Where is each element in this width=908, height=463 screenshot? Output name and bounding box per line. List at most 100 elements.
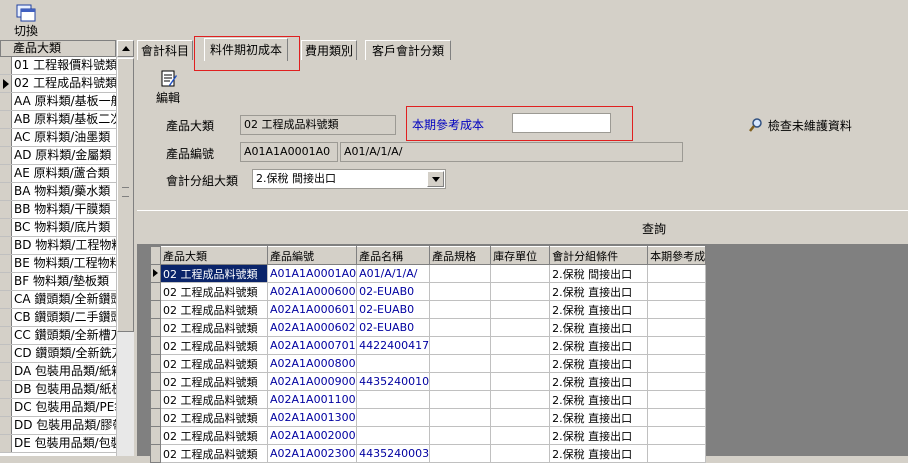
table-row[interactable]: 02 工程成品料號類 A02A1A000900 4435240010 2.保稅 直接出…: [150, 372, 707, 391]
category-list-item[interactable]: CA 鑽頭類/全新鑽頭: [0, 291, 116, 309]
cell-stock-unit[interactable]: [490, 426, 551, 445]
table-row[interactable]: 02 工程成品料號類 A02A1A002300 4435240003 2.保稅 直接出…: [150, 444, 707, 463]
cell-product-spec[interactable]: [429, 390, 492, 409]
column-header[interactable]: 本期參考成: [647, 246, 707, 265]
cell-reference-cost[interactable]: [647, 372, 707, 391]
cell-product-name[interactable]: 4435240003: [356, 444, 431, 463]
cell-acct-group[interactable]: 2.保稅 直接出口: [549, 444, 649, 463]
column-header[interactable]: 產品規格: [429, 246, 492, 265]
cell-product-name[interactable]: [356, 354, 431, 373]
cell-reference-cost[interactable]: [647, 354, 707, 373]
row-indicator[interactable]: [150, 300, 161, 319]
cell-product-spec[interactable]: [429, 264, 492, 283]
row-indicator[interactable]: [150, 372, 161, 391]
category-list-item[interactable]: CC 鑽頭類/全新槽刀: [0, 327, 116, 345]
cell-stock-unit[interactable]: [490, 408, 551, 427]
category-list-item[interactable]: 02 工程成品料號類: [0, 75, 116, 93]
cell-acct-group[interactable]: 2.保稅 直接出口: [549, 408, 649, 427]
cell-product-name[interactable]: 02-EUAB0: [356, 300, 431, 319]
cell-stock-unit[interactable]: [490, 372, 551, 391]
cell-acct-group[interactable]: 2.保稅 直接出口: [549, 318, 649, 337]
category-list-item[interactable]: AA 原料類/基板一般: [0, 93, 116, 111]
cell-acct-group[interactable]: 2.保稅 間接出口: [549, 264, 649, 283]
cell-acct-group[interactable]: 2.保稅 直接出口: [549, 300, 649, 319]
row-indicator[interactable]: [150, 444, 161, 463]
category-list-item[interactable]: BA 物料類/藥水類: [0, 183, 116, 201]
cell-acct-group[interactable]: 2.保稅 直接出口: [549, 354, 649, 373]
cell-product-no[interactable]: A02A1A001300: [266, 408, 358, 427]
table-row[interactable]: 02 工程成品料號類 A02A1A000602 02-EUAB0 2.保稅 直接出口: [150, 318, 707, 337]
category-list-item[interactable]: CD 鑽頭類/全新銑刀: [0, 345, 116, 363]
cell-product-no[interactable]: A02A1A000701: [266, 336, 358, 355]
cell-reference-cost[interactable]: [647, 282, 707, 301]
switch-button[interactable]: 切換: [8, 2, 44, 38]
cell-reference-cost[interactable]: [647, 336, 707, 355]
cell-product-no[interactable]: A02A1A000602: [266, 318, 358, 337]
cell-category[interactable]: 02 工程成品料號類: [160, 264, 268, 283]
category-list-item[interactable]: DC 包裝用品類/PE袋: [0, 399, 116, 417]
cell-product-name[interactable]: [356, 408, 431, 427]
row-indicator[interactable]: [150, 390, 161, 409]
row-indicator[interactable]: [150, 282, 161, 301]
cell-product-no[interactable]: A01A1A0001A0: [266, 264, 358, 283]
category-list-item[interactable]: AC 原料類/油墨類: [0, 129, 116, 147]
cell-stock-unit[interactable]: [490, 390, 551, 409]
cell-acct-group[interactable]: 2.保稅 直接出口: [549, 372, 649, 391]
column-header[interactable]: 產品名稱: [356, 246, 431, 265]
cell-product-spec[interactable]: [429, 408, 492, 427]
row-indicator[interactable]: [150, 354, 161, 373]
category-list-item[interactable]: DB 包裝用品類/紙板: [0, 381, 116, 399]
cell-product-name[interactable]: [356, 426, 431, 445]
cell-category[interactable]: 02 工程成品料號類: [160, 444, 268, 463]
cell-reference-cost[interactable]: [647, 318, 707, 337]
cell-product-name[interactable]: 4435240010: [356, 372, 431, 391]
cell-product-name[interactable]: 4422400417: [356, 336, 431, 355]
category-list-item[interactable]: BB 物料類/干膜類: [0, 201, 116, 219]
cell-product-spec[interactable]: [429, 282, 492, 301]
current-row-arrow-icon[interactable]: [150, 264, 161, 283]
table-row[interactable]: 02 工程成品料號類 A02A1A000600 02-EUAB0 2.保稅 直接出口: [150, 282, 707, 301]
cell-product-spec[interactable]: [429, 426, 492, 445]
column-header[interactable]: 產品編號: [266, 246, 358, 265]
product-name-field[interactable]: A01/A/1/A/: [340, 142, 683, 162]
tab-customer-accounting[interactable]: 客戶會計分類: [365, 40, 451, 60]
column-header[interactable]: 產品大類: [160, 246, 268, 265]
cell-reference-cost[interactable]: [647, 426, 707, 445]
cell-stock-unit[interactable]: [490, 354, 551, 373]
product-cost-grid[interactable]: 產品大類 產品編號 產品名稱 產品規格 庫存單位 會計分組條件 本期參考成 02…: [150, 246, 707, 463]
cell-acct-group[interactable]: 2.保稅 直接出口: [549, 282, 649, 301]
scroll-up-button[interactable]: [117, 40, 134, 57]
category-list-item[interactable]: AE 原料類/蘆合類: [0, 165, 116, 183]
cell-product-name[interactable]: [356, 390, 431, 409]
category-list-item[interactable]: BF 物料類/墊板類: [0, 273, 116, 291]
cell-product-no[interactable]: A02A1A000900: [266, 372, 358, 391]
table-row[interactable]: 02 工程成品料號類 A02A1A001100 2.保稅 直接出口: [150, 390, 707, 409]
cell-product-name[interactable]: 02-EUAB0: [356, 282, 431, 301]
cell-category[interactable]: 02 工程成品料號類: [160, 408, 268, 427]
cell-category[interactable]: 02 工程成品料號類: [160, 336, 268, 355]
cell-stock-unit[interactable]: [490, 336, 551, 355]
cell-category[interactable]: 02 工程成品料號類: [160, 282, 268, 301]
category-list-item[interactable]: DD 包裝用品類/膠帶: [0, 417, 116, 435]
cell-reference-cost[interactable]: [647, 264, 707, 283]
category-list-item[interactable]: BC 物料類/底片類: [0, 219, 116, 237]
table-row[interactable]: 02 工程成品料號類 A02A1A000800 2.保稅 直接出口: [150, 354, 707, 373]
cell-reference-cost[interactable]: [647, 300, 707, 319]
tab-accounting-subject[interactable]: 會計科目: [137, 40, 193, 60]
cell-product-no[interactable]: A02A1A000800: [266, 354, 358, 373]
tab-expense-category[interactable]: 費用類別: [301, 40, 357, 60]
row-indicator[interactable]: [150, 408, 161, 427]
table-row[interactable]: 02 工程成品料號類 A01A1A0001A0 A01/A/1/A/2.保稅 間接出…: [150, 264, 707, 283]
cell-product-no[interactable]: A02A1A000600: [266, 282, 358, 301]
table-row[interactable]: 02 工程成品料號類 A02A1A001300 2.保稅 直接出口: [150, 408, 707, 427]
cell-stock-unit[interactable]: [490, 282, 551, 301]
row-indicator[interactable]: [150, 336, 161, 355]
column-header[interactable]: 會計分組條件: [549, 246, 649, 265]
acct-group-select[interactable]: 2.保稅 間接出口: [252, 169, 446, 189]
cell-product-name[interactable]: 02-EUAB0: [356, 318, 431, 337]
cell-category[interactable]: 02 工程成品料號類: [160, 390, 268, 409]
cell-stock-unit[interactable]: [490, 264, 551, 283]
product-no-field[interactable]: A01A1A0001A0: [240, 142, 338, 162]
row-indicator[interactable]: [150, 426, 161, 445]
cell-product-no[interactable]: A02A1A002000: [266, 426, 358, 445]
